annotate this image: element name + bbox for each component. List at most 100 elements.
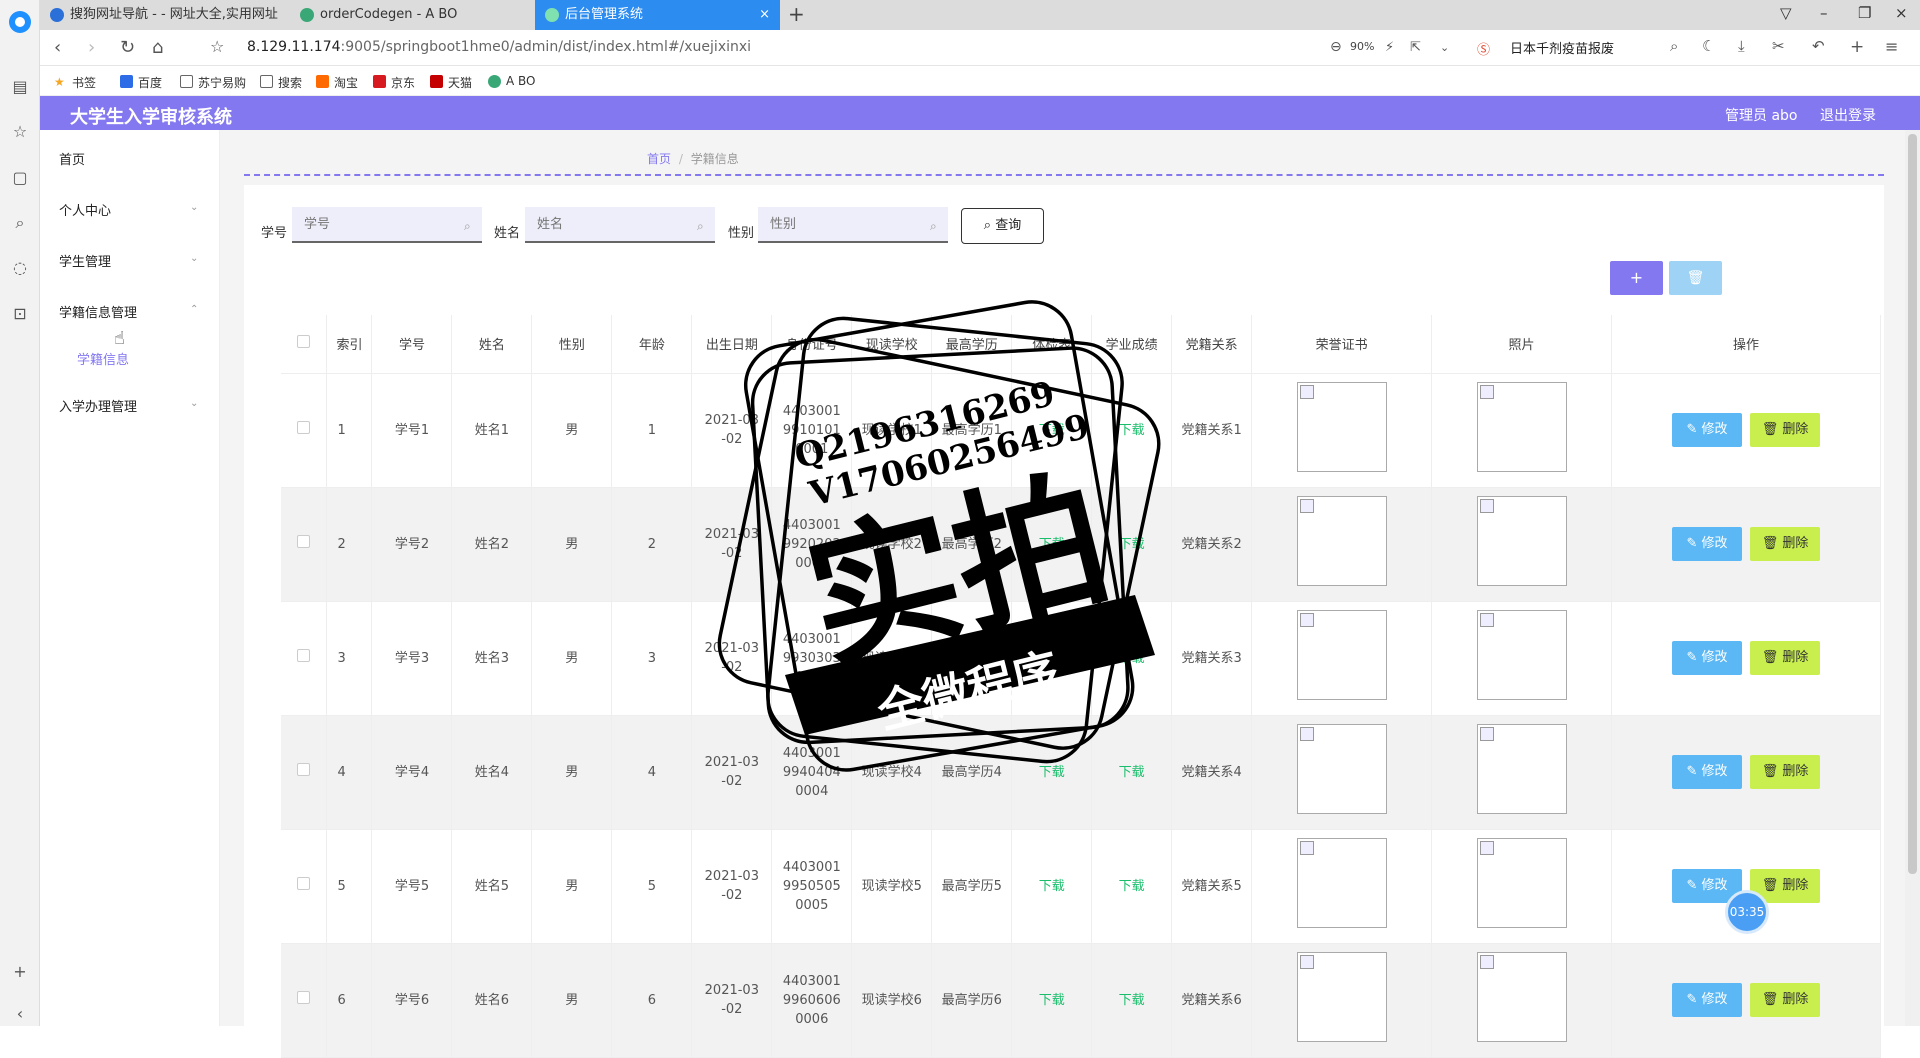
translate-icon[interactable]: ⊡ xyxy=(10,304,30,324)
chengji-download-link[interactable]: 下载 xyxy=(1091,943,1173,1058)
chengji-download-link[interactable]: 下载 xyxy=(1091,601,1173,716)
add-button[interactable]: + xyxy=(1610,261,1663,295)
add-icon[interactable]: + xyxy=(1850,37,1864,57)
xingming-input[interactable] xyxy=(525,207,715,243)
search-engine-icon[interactable]: Ⓢ xyxy=(1477,39,1490,58)
tijian-download-link[interactable]: 下载 xyxy=(1011,715,1093,830)
edit-button[interactable]: ✎ 修改 xyxy=(1672,527,1743,561)
browser-tab-ordercodegen[interactable]: orderCodegen - A BO xyxy=(290,0,535,30)
row-checkbox[interactable] xyxy=(297,648,311,662)
forward-icon[interactable]: › xyxy=(88,37,95,58)
sidebar-item-student-management[interactable]: 学生管理 xyxy=(59,251,111,270)
bookmark-item[interactable]: 淘宝 xyxy=(316,74,358,91)
search-box[interactable]: 日本千剂疫苗报废 xyxy=(1510,38,1614,57)
bookmark-item[interactable]: 苏宁易购 xyxy=(180,74,246,91)
dropdown-chevron-icon[interactable]: ⌄ xyxy=(1440,41,1449,54)
header-select-all[interactable] xyxy=(281,315,328,374)
row-select[interactable] xyxy=(281,601,328,716)
browser-logo-icon[interactable] xyxy=(9,11,31,33)
edit-button[interactable]: ✎ 修改 xyxy=(1672,983,1743,1017)
undo-icon[interactable]: ↶ xyxy=(1812,37,1825,55)
scissors-icon[interactable]: ✂ xyxy=(1772,37,1785,55)
tab-close-icon[interactable]: × xyxy=(759,0,770,30)
url-field[interactable]: 8.129.11.174:9005/springboot1hme0/admin/… xyxy=(247,39,751,55)
sidebar-subitem-status-info[interactable]: 学籍信息 xyxy=(77,349,129,368)
cell-edu: 最高学历4 xyxy=(931,715,1013,830)
flash-icon[interactable]: ⚡ xyxy=(1385,40,1394,55)
delete-button[interactable]: 🗑 删除 xyxy=(1750,527,1821,561)
tijian-download-link[interactable]: 下载 xyxy=(1011,943,1093,1058)
chengji-download-link[interactable]: 下载 xyxy=(1091,829,1173,944)
zoom-level[interactable]: 90% xyxy=(1350,40,1374,53)
search-go-icon[interactable]: ⌕ xyxy=(1670,37,1678,55)
minimize-icon[interactable]: – xyxy=(1820,4,1828,22)
sidebar-item-enrollment-management[interactable]: 入学办理管理 xyxy=(59,396,137,415)
bookmark-item[interactable]: 天猫 xyxy=(430,74,472,91)
sidebar-item-status-management[interactable]: 学籍信息管理 xyxy=(59,302,137,321)
bookmark-item[interactable]: 搜索 xyxy=(260,74,302,91)
bookmark-star-icon[interactable]: ☆ xyxy=(210,37,224,56)
chat-icon[interactable]: ◌ xyxy=(10,258,30,278)
row-checkbox[interactable] xyxy=(297,876,311,890)
browser-tab-admin[interactable]: 后台管理系统 × xyxy=(535,0,780,30)
row-select[interactable] xyxy=(281,487,328,602)
row-select[interactable] xyxy=(281,373,328,488)
delete-button[interactable]: 🗑 删除 xyxy=(1750,413,1821,447)
tijian-download-link[interactable]: 下载 xyxy=(1011,487,1093,602)
menu-icon[interactable]: ≡ xyxy=(1885,37,1898,56)
select-all-checkbox[interactable] xyxy=(297,335,311,349)
night-mode-icon[interactable]: ☾ xyxy=(1702,37,1715,55)
tijian-download-link[interactable]: 下载 xyxy=(1011,373,1093,488)
row-checkbox[interactable] xyxy=(297,990,311,1004)
row-select[interactable] xyxy=(281,943,328,1058)
new-tab-icon[interactable]: + xyxy=(788,0,805,28)
shirt-skin-icon[interactable]: ▽ xyxy=(1780,4,1792,22)
close-window-icon[interactable]: × xyxy=(1895,4,1908,22)
sidebar-item-home[interactable]: 首页 xyxy=(59,149,85,168)
chengji-download-link[interactable]: 下载 xyxy=(1091,715,1173,830)
book-icon[interactable]: ▢ xyxy=(10,168,30,188)
add-icon[interactable]: + xyxy=(10,962,30,982)
batch-delete-button[interactable]: 🗑 xyxy=(1669,261,1722,295)
row-checkbox[interactable] xyxy=(297,420,311,434)
restore-icon[interactable]: ❐ xyxy=(1858,4,1871,22)
home-icon[interactable]: ⌂ xyxy=(152,37,163,58)
row-select[interactable] xyxy=(281,715,328,830)
chengji-download-link[interactable]: 下载 xyxy=(1091,373,1173,488)
row-checkbox[interactable] xyxy=(297,762,311,776)
favorites-star-icon[interactable]: ☆ xyxy=(10,122,30,142)
delete-button[interactable]: 🗑 删除 xyxy=(1750,641,1821,675)
edit-button[interactable]: ✎ 修改 xyxy=(1672,755,1743,789)
logout-link[interactable]: 退出登录 xyxy=(1820,105,1876,125)
download-icon[interactable]: ⤓ xyxy=(1738,37,1745,55)
xuehao-input[interactable] xyxy=(292,207,482,243)
edit-button[interactable]: ✎ 修改 xyxy=(1672,413,1743,447)
row-select[interactable] xyxy=(281,829,328,944)
collapse-icon[interactable]: ‹ xyxy=(10,1004,30,1024)
edit-button[interactable]: ✎ 修改 xyxy=(1672,641,1743,675)
back-icon[interactable]: ‹ xyxy=(54,37,61,58)
browser-tab-sogou[interactable]: 搜狗网址导航 - - 网址大全,实用网址 xyxy=(40,0,290,30)
reload-icon[interactable]: ↻ xyxy=(120,37,135,58)
share-icon[interactable]: ⇱ xyxy=(1410,40,1421,55)
chengji-download-link[interactable]: 下载 xyxy=(1091,487,1173,602)
query-button[interactable]: ⌕ 查询 xyxy=(961,208,1044,244)
tijian-download-link[interactable]: 下载 xyxy=(1011,601,1093,716)
scrollbar-thumb[interactable] xyxy=(1908,134,1917,874)
xingbie-input[interactable] xyxy=(758,207,948,243)
bookmark-item[interactable]: 百度 xyxy=(120,74,162,91)
search-icon[interactable]: ⌕ xyxy=(10,213,30,233)
row-checkbox[interactable] xyxy=(297,534,311,548)
page-scrollbar[interactable] xyxy=(1905,130,1920,1026)
reader-icon[interactable]: ▤ xyxy=(10,77,30,97)
delete-button[interactable]: 🗑 删除 xyxy=(1750,983,1821,1017)
bookmark-item[interactable]: 京东 xyxy=(373,74,415,91)
sidebar-item-personal-center[interactable]: 个人中心 xyxy=(59,200,111,219)
zoom-icon[interactable]: ⊖ xyxy=(1330,39,1342,55)
breadcrumb-home[interactable]: 首页 xyxy=(647,152,671,166)
delete-button[interactable]: 🗑 删除 xyxy=(1750,755,1821,789)
tijian-download-link[interactable]: 下载 xyxy=(1011,829,1093,944)
recording-timer[interactable]: 03:35 xyxy=(1725,890,1769,934)
bookmark-item[interactable]: A BO xyxy=(488,74,536,88)
bookmark-item[interactable]: ★ 书签 xyxy=(54,74,96,91)
